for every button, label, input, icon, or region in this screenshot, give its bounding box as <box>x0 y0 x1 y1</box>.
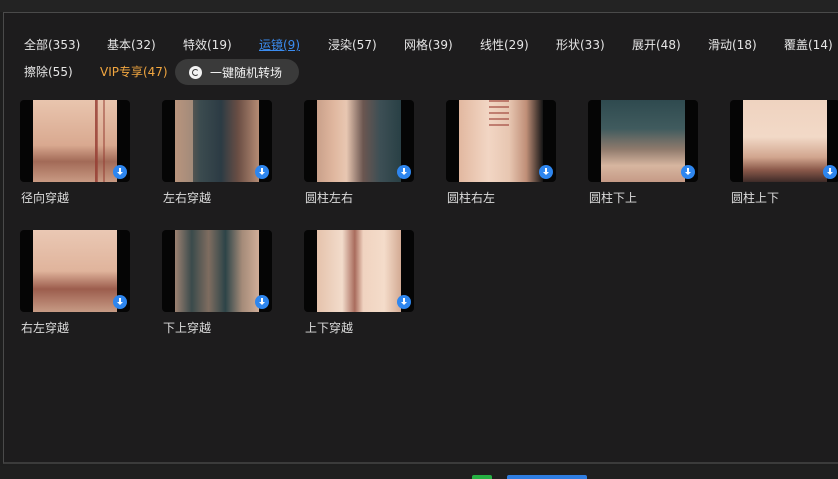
download-icon[interactable] <box>823 165 837 179</box>
transition-name: 圆柱左右 <box>305 191 354 205</box>
transition-name: 右左穿越 <box>21 321 70 335</box>
transition-thumbnail[interactable] <box>20 100 130 182</box>
tab-grid[interactable]: 网格(39) <box>404 37 453 53</box>
download-icon[interactable] <box>397 165 411 179</box>
transition-name: 径向穿越 <box>21 191 70 205</box>
tab-shape[interactable]: 形状(33) <box>556 37 605 53</box>
transition-name: 圆柱右左 <box>447 191 496 205</box>
transition-preview-image <box>33 230 117 312</box>
download-icon[interactable] <box>681 165 695 179</box>
download-icon[interactable] <box>397 295 411 309</box>
tab-dissolve[interactable]: 浸染(57) <box>328 37 377 53</box>
shuffle-icon <box>189 65 202 79</box>
transition-thumbnail[interactable] <box>588 100 698 182</box>
transition-preview-image <box>459 100 543 182</box>
transition-thumbnail[interactable] <box>446 100 556 182</box>
tab-unfold[interactable]: 展开(48) <box>632 37 681 53</box>
download-icon[interactable] <box>255 165 269 179</box>
download-icon[interactable] <box>113 165 127 179</box>
transition-preview-image <box>33 100 117 182</box>
transition-name: 上下穿越 <box>305 321 354 335</box>
tab-all[interactable]: 全部(353) <box>24 37 80 53</box>
transition-thumbnail[interactable] <box>304 230 414 312</box>
bottom-blue-button[interactable] <box>507 475 587 479</box>
transition-name: 下上穿越 <box>163 321 212 335</box>
bottom-bar <box>0 466 838 479</box>
transition-preview-image <box>317 100 401 182</box>
download-icon[interactable] <box>255 295 269 309</box>
transition-name: 左右穿越 <box>163 191 212 205</box>
top-toolbar <box>0 0 838 12</box>
tab-basic[interactable]: 基本(32) <box>107 37 156 53</box>
transition-preview-image <box>601 100 685 182</box>
tab-slide[interactable]: 滑动(18) <box>708 37 757 53</box>
tab-vip[interactable]: VIP专享(47) <box>100 64 168 80</box>
transition-name: 圆柱上下 <box>731 191 780 205</box>
tab-effects[interactable]: 特效(19) <box>183 37 232 53</box>
transition-thumbnail[interactable] <box>304 100 414 182</box>
random-transition-button[interactable]: 一键随机转场 <box>175 59 299 85</box>
random-transition-label: 一键随机转场 <box>210 65 283 80</box>
transition-thumbnail[interactable] <box>162 100 272 182</box>
transition-thumbnail[interactable] <box>162 230 272 312</box>
transition-thumbnail[interactable] <box>730 100 838 182</box>
transition-thumbnail[interactable] <box>20 230 130 312</box>
transition-preview-image <box>175 100 259 182</box>
transition-preview-image <box>175 230 259 312</box>
bottom-green-button[interactable] <box>472 475 492 479</box>
transition-preview-image <box>743 100 827 182</box>
download-icon[interactable] <box>113 295 127 309</box>
tab-cover[interactable]: 覆盖(14) <box>784 37 833 53</box>
download-icon[interactable] <box>539 165 553 179</box>
tab-camera-move[interactable]: 运镜(9) <box>259 37 300 53</box>
tab-linear[interactable]: 线性(29) <box>480 37 529 53</box>
tab-wipe[interactable]: 擦除(55) <box>24 64 73 80</box>
transition-name: 圆柱下上 <box>589 191 638 205</box>
transition-preview-image <box>317 230 401 312</box>
